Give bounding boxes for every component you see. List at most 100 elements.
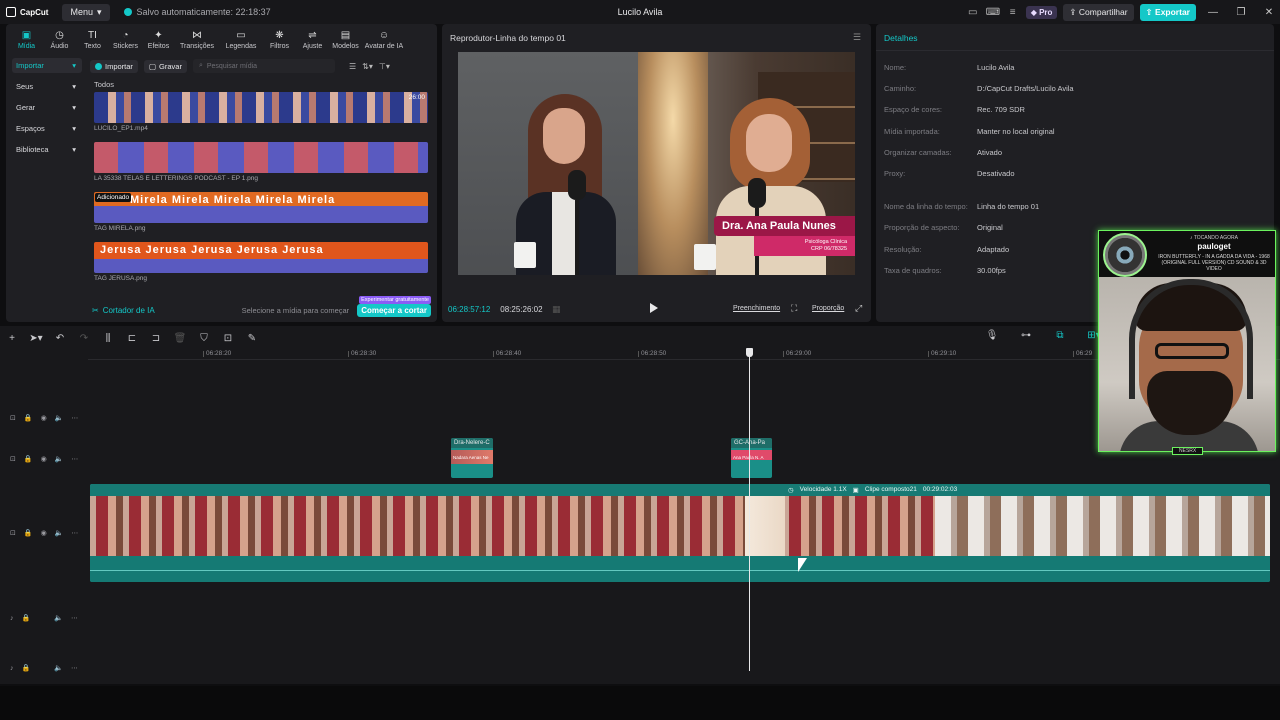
tool-ai-avatar[interactable]: ☺ Avatar de IA [362, 24, 406, 52]
scissors-icon: ✂ [92, 305, 99, 315]
media-item[interactable] [94, 142, 428, 173]
capcut-logo-icon [6, 7, 16, 17]
play-icon[interactable] [650, 303, 658, 313]
media-item[interactable]: Jerusa Jerusa Jerusa Jerusa Jerusa [94, 242, 428, 273]
video-preview[interactable]: Dra. Ana Paula Nunes Psicóloga Clínica C… [458, 52, 855, 275]
detail-row: Taxa de quadros: 30.00fps [884, 266, 1006, 275]
tool-captions[interactable]: ▭ Legendas [219, 24, 263, 52]
detail-label: Espaço de cores: [884, 105, 942, 114]
close-icon[interactable]: ✕ [1258, 7, 1280, 18]
microphone-icon[interactable]: 🎙 [980, 330, 1004, 341]
split-icon[interactable]: ⫼ [96, 333, 120, 344]
main-video-clip[interactable]: ◷ Velocidade 1.1X ▣ Clipe composto21 00:… [90, 484, 1270, 582]
crop-icon[interactable]: ⛶ [791, 303, 797, 314]
captions-icon: ▭ [236, 30, 246, 41]
select-tool-icon[interactable]: ➤▾ [24, 333, 48, 344]
tool-text[interactable]: TI Texto [76, 24, 109, 52]
lock-icon[interactable]: 🔒 [22, 664, 31, 672]
layout-icon[interactable]: ▭ [966, 7, 980, 18]
menu-icon[interactable]: ☰ [853, 32, 861, 43]
tool-audio[interactable]: ◷ Áudio [43, 24, 76, 52]
trim-left-icon[interactable]: ⊏ [120, 333, 144, 344]
list-icon[interactable]: ≡ [1006, 7, 1020, 18]
more-icon[interactable]: ⋯ [71, 529, 78, 537]
fullscreen-icon[interactable]: ⤢ [855, 303, 862, 314]
detail-value: Desativado [977, 169, 1015, 178]
grid-icon[interactable]: ▦ [552, 304, 561, 315]
lock-icon[interactable]: 🔒 [24, 455, 33, 463]
tool-templates[interactable]: ▤ Modelos [329, 24, 362, 52]
tool-label: Avatar de IA [364, 43, 404, 50]
main-track-magnet-icon[interactable]: ⧉ [1048, 330, 1072, 341]
track-header: ♪ 🔒 🔈 ⋯ [10, 664, 78, 673]
more-icon[interactable]: ⋯ [71, 414, 78, 422]
now-playing: ♪ TOCANDO AGORA pauloget IRON BUTTERFLY … [1099, 231, 1275, 277]
more-icon[interactable]: ⋯ [71, 455, 78, 463]
app-name: CapCut [20, 7, 49, 17]
playhead[interactable] [749, 349, 750, 671]
project-title: Lucilo Avila [617, 7, 663, 17]
clip-name: TAG JERUSA.png [94, 275, 147, 282]
eye-icon[interactable]: ◉ [41, 455, 47, 463]
sidebar-item-spaces[interactable]: Espaços ▾ [12, 121, 82, 136]
sort-icon[interactable]: ⇅▾ [362, 62, 373, 71]
timeline-toolbar: + ➤▾ ↶ ↷ ⫼ ⊏ ⊐ 🗑 ⛉ ⊡ ✎ 🎙 ⊶ ⧉ ⊞▾ [0, 330, 1280, 346]
menu-button[interactable]: Menu ▾ [62, 3, 110, 21]
undo-icon[interactable]: ↶ [48, 333, 72, 344]
volume-icon[interactable]: 🔈 [54, 664, 63, 672]
volume-icon[interactable]: 🔈 [55, 529, 64, 537]
start-cutting-button[interactable]: Experimentar gratuitamente Começar a cor… [357, 295, 431, 317]
lock-icon[interactable]: 🔒 [22, 614, 31, 622]
delete-icon[interactable]: 🗑 [168, 333, 192, 344]
trim-right-icon[interactable]: ⊐ [144, 333, 168, 344]
overlay-word: Mirela [171, 194, 210, 206]
minimize-icon[interactable]: — [1202, 7, 1224, 18]
view-toggle-icon[interactable]: ☰ [349, 62, 356, 71]
sidebar-item-import[interactable]: Importar ▾ [12, 58, 82, 73]
volume-icon[interactable]: 🔈 [55, 455, 64, 463]
media-item[interactable]: Mirela Mirela Mirela Mirela Mirela Adici… [94, 192, 428, 223]
marker-icon[interactable]: ⛉ [192, 333, 216, 344]
volume-icon[interactable]: 🔈 [55, 414, 64, 422]
record-button[interactable]: ▢ Gravar [143, 59, 187, 73]
pro-button[interactable]: ◆ Pro [1025, 5, 1058, 19]
sidebar-item-generate[interactable]: Gerar ▾ [12, 100, 82, 115]
overlay-clip[interactable]: GC-Ana-Pa Ana Paula N. A [731, 438, 772, 478]
fill-button[interactable]: Preenchimento [733, 305, 780, 312]
ratio-button[interactable]: Proporção [812, 305, 844, 312]
link-icon[interactable]: ⊶ [1014, 330, 1038, 341]
search-input[interactable]: ⌕ Pesquisar mídia [192, 59, 335, 73]
filter-icon[interactable]: ⊤▾ [379, 62, 390, 71]
tool-media[interactable]: ▣ Mídia [10, 24, 43, 52]
clip-sublabel: Ana Paula N. A [733, 455, 764, 460]
freeze-icon[interactable]: ⊡ [216, 333, 240, 344]
maximize-icon[interactable]: ❐ [1230, 7, 1252, 18]
track-header: ♪ 🔒 🔈 ⋯ [10, 614, 78, 623]
media-item[interactable]: 26:00 [94, 92, 428, 123]
lower-third-name: Dra. Ana Paula Nunes [714, 216, 855, 236]
tool-adjust[interactable]: ⇌ Ajuste [296, 24, 329, 52]
overlay-clip[interactable]: Dra-Nelere-C Nadara Aenas Ne [451, 438, 493, 478]
more-icon[interactable]: ⋯ [71, 664, 78, 672]
more-icon[interactable]: ⋯ [71, 614, 78, 622]
tool-stickers[interactable]: ◔ Stickers [109, 24, 142, 52]
sidebar-item-yours[interactable]: Seus ▾ [12, 79, 82, 94]
export-button[interactable]: ⇧ Exportar [1139, 3, 1196, 21]
eye-icon[interactable]: ◉ [41, 414, 47, 422]
eye-icon[interactable]: ◉ [41, 529, 47, 537]
lock-icon[interactable]: 🔒 [24, 414, 33, 422]
share-button[interactable]: ⇪ Compartilhar [1063, 3, 1134, 21]
playhead-handle[interactable] [746, 348, 753, 357]
tool-filters[interactable]: ❋ Filtros [263, 24, 296, 52]
volume-icon[interactable]: 🔈 [54, 614, 63, 622]
tool-effects[interactable]: ✦ Efeitos [142, 24, 175, 52]
shortcuts-icon[interactable]: ⌨ [986, 7, 1000, 18]
import-button[interactable]: Importar [90, 59, 138, 73]
tool-transitions[interactable]: ⋈ Transições [175, 24, 219, 52]
lock-icon[interactable]: 🔒 [24, 529, 33, 537]
add-track-icon[interactable]: + [0, 333, 24, 344]
search-placeholder: Pesquisar mídia [206, 62, 258, 70]
redo-icon[interactable]: ↷ [72, 333, 96, 344]
sidebar-item-library[interactable]: Biblioteca ▾ [12, 142, 82, 157]
magic-edit-icon[interactable]: ✎ [240, 333, 264, 344]
